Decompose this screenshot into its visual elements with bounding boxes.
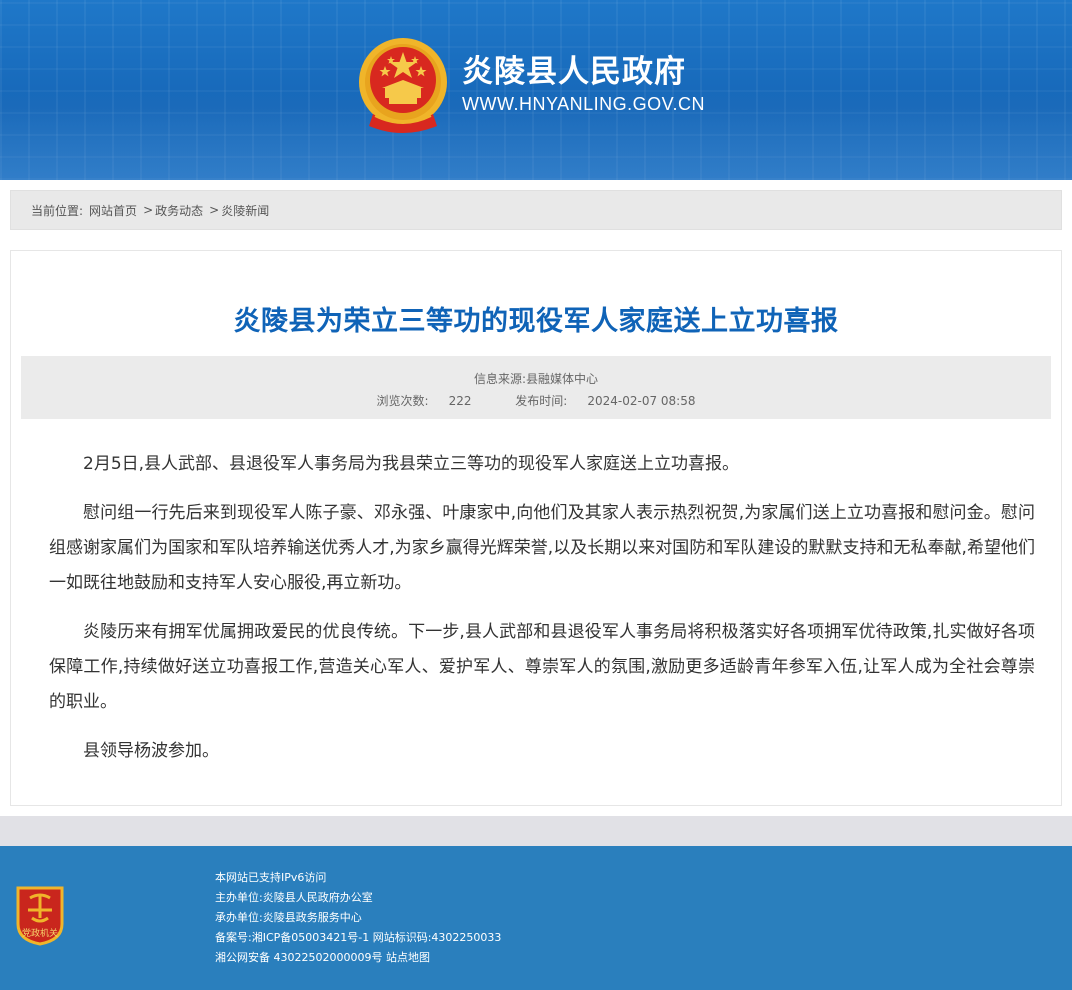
breadcrumb-yanling-news[interactable]: 炎陵新闻	[221, 202, 269, 219]
views-label: 浏览次数:	[376, 394, 429, 408]
breadcrumb-news-affairs[interactable]: 政务动态	[155, 202, 203, 219]
party-badge-text: 党政机关	[22, 927, 58, 939]
footer-icp[interactable]: 备案号:湘ICP备05003421号-1 网站标识码:4302250033	[215, 928, 501, 948]
article-paragraph: 炎陵历来有拥军优属拥政爱民的优良传统。下一步,县人武部和县退役军人事务局将积极落…	[49, 622, 1035, 712]
party-government-badge-icon[interactable]: 党政机关	[14, 884, 66, 946]
publish-group: 发布时间: 2024-02-07 08:58	[505, 394, 705, 408]
article-body: 2月5日,县人武部、县退役军人事务局为我县荣立三等功的现役军人家庭送上立功喜报。…	[49, 447, 1035, 783]
footer-police-sitemap[interactable]: 湘公网安备 43022502000009号 站点地图	[215, 948, 501, 968]
article-source: 信息来源:县融媒体中心	[473, 372, 599, 386]
breadcrumb-home[interactable]: 网站首页	[89, 202, 137, 219]
breadcrumb-separator: >	[209, 203, 220, 217]
footer-sponsor: 主办单位:炎陵县人民政府办公室	[215, 891, 373, 904]
views-count: 222	[448, 394, 472, 408]
article-meta: 信息来源:县融媒体中心 浏览次数: 222 发布时间: 2024-02-07 08:…	[21, 356, 1051, 419]
article-paragraph: 县领导杨波参加。	[83, 741, 219, 761]
article-paragraph: 2月5日,县人武部、县退役军人事务局为我县荣立三等功的现役军人家庭送上立功喜报。	[83, 454, 740, 474]
site-url[interactable]: WWW.HNYANLING.GOV.CN	[462, 94, 705, 115]
site-title[interactable]: 炎陵县人民政府	[462, 46, 686, 91]
footer-ipv6: 本网站已支持IPv6访问	[215, 871, 327, 884]
publish-label: 发布时间:	[515, 394, 568, 408]
site-header: 炎陵县人民政府 WWW.HNYANLING.GOV.CN	[0, 0, 1072, 180]
site-footer: 党政机关 本网站已支持IPv6访问 主办单位:炎陵县人民政府办公室 承办单位:炎…	[0, 846, 1072, 990]
article-stats: 浏览次数: 222 发布时间: 2024-02-07 08:58	[21, 392, 1051, 409]
breadcrumb-separator: >	[143, 203, 154, 217]
separator-band	[0, 816, 1072, 846]
footer-organizer: 承办单位:炎陵县政务服务中心	[215, 911, 362, 924]
publish-time: 2024-02-07 08:58	[587, 394, 696, 408]
article-title: 炎陵县为荣立三等功的现役军人家庭送上立功喜报	[233, 306, 839, 337]
national-emblem-icon	[359, 38, 447, 133]
article-paragraph: 慰问组一行先后来到现役军人陈子豪、邓永强、叶康家中,向他们及其家人表示热烈祝贺,…	[49, 503, 1035, 593]
breadcrumb-label: 当前位置:	[31, 203, 84, 218]
views-group: 浏览次数: 222	[367, 394, 482, 408]
breadcrumb: 当前位置: 网站首页 > 政务动态 > 炎陵新闻	[10, 190, 1062, 230]
article-container: 炎陵县为荣立三等功的现役军人家庭送上立功喜报 信息来源:县融媒体中心 浏览次数:…	[10, 250, 1062, 806]
footer-info: 本网站已支持IPv6访问 主办单位:炎陵县人民政府办公室 承办单位:炎陵县政务服…	[215, 868, 501, 968]
